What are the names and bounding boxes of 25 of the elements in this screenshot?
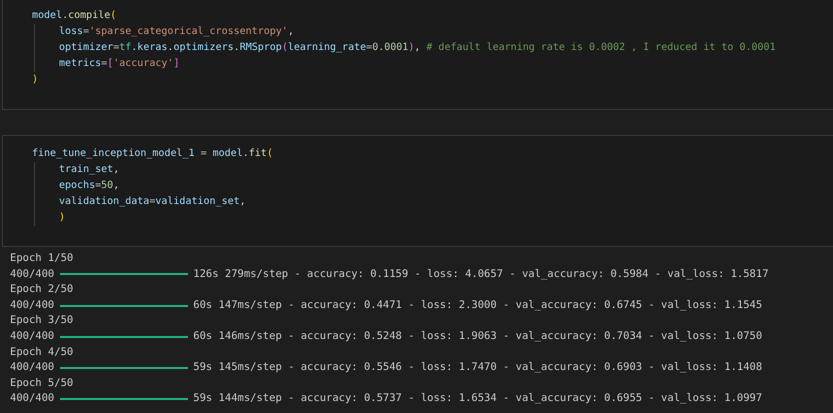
code-line: loss='sparse_categorical_crossentropy', bbox=[34, 24, 294, 40]
step-count: 400/400 bbox=[10, 328, 54, 344]
epoch-label: Epoch 5/50 bbox=[10, 376, 74, 391]
step-count: 400/400 bbox=[10, 266, 54, 282]
training-metrics: 60s 147ms/step - accuracy: 0.4471 - loss: 2.3000 - val_accuracy: 0.6745 - val_loss: 1.1545 bbox=[193, 298, 762, 313]
step-count: 400/400 bbox=[10, 360, 54, 376]
training-metrics: 59s 144ms/step - accuracy: 0.5737 - loss: 1.6534 - val_accuracy: 0.6955 - val_loss: 1.0997 bbox=[193, 391, 762, 406]
training-metrics: 59s 145ms/step - accuracy: 0.5546 - loss: 1.7470 - val_accuracy: 0.6903 - val_loss: 1.1408 bbox=[193, 360, 762, 376]
epoch-label: Epoch 4/50 bbox=[10, 344, 74, 360]
code-line: epochs=50, bbox=[34, 178, 120, 194]
code-line: train_set, bbox=[34, 162, 120, 178]
code-line: model.compile( bbox=[32, 9, 116, 23]
epoch-label: Epoch 2/50 bbox=[10, 282, 74, 298]
step-count: 400/400 bbox=[10, 298, 54, 313]
training-metrics: 126s 279ms/step - accuracy: 0.1159 - loss: 4.0657 - val_accuracy: 0.5984 - val_loss: 1.5817 bbox=[193, 266, 769, 282]
code-line: metrics=['accuracy'] bbox=[34, 56, 180, 72]
code-line: validation_data=validation_set, bbox=[34, 194, 246, 210]
epoch-label: Epoch 1/50 bbox=[10, 251, 74, 266]
code-line: ) bbox=[32, 73, 38, 87]
step-count: 400/400 bbox=[10, 391, 54, 406]
code-line: optimizer=tf.keras.optimizers.RMSprop(learning_rate=0.0001), # default learning rate is 0.0002 , I reduced it to 0.0001 bbox=[34, 40, 776, 56]
code-line: ) bbox=[34, 210, 66, 226]
training-metrics: 60s 146ms/step - accuracy: 0.5248 - loss: 1.9063 - val_accuracy: 0.7034 - val_loss: 1.0750 bbox=[193, 328, 762, 344]
epoch-label: Epoch 3/50 bbox=[10, 313, 74, 328]
code-line: fine_tune_inception_model_1 = model.fit( bbox=[32, 147, 273, 161]
